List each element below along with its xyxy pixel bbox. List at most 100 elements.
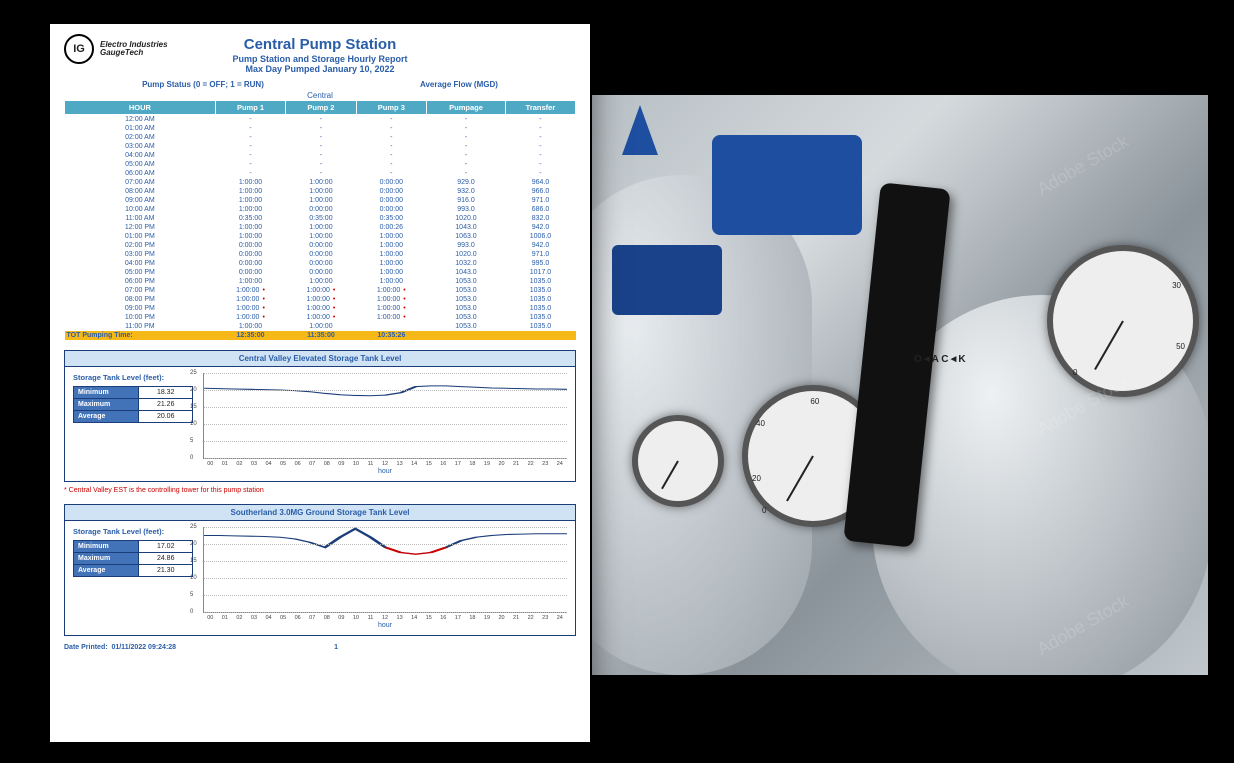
table-cell: 04:00 PM <box>65 259 216 268</box>
table-cell: 11:35:00 <box>286 331 356 340</box>
table-cell: 1017.0 <box>505 268 575 277</box>
table-cell: 0:00:00 <box>215 259 285 268</box>
table-cell: - <box>286 124 356 133</box>
x-tick-label: 04 <box>261 461 276 467</box>
table-cell: 09:00 PM <box>65 304 216 313</box>
table-cell: 12:35:00 <box>215 331 285 340</box>
table-cell: 07:00 AM <box>65 178 216 187</box>
table-cell: 995.0 <box>505 259 575 268</box>
valve-direction-label: O◄A C◄K <box>914 355 966 365</box>
chart2-stats: Storage Tank Level (feet): Minimum17.02M… <box>73 527 193 577</box>
table-cell: 0:00:00 <box>286 268 356 277</box>
x-tick-label: 23 <box>538 615 553 621</box>
table-row: 11:00 PM1:00:001:00:001053.01035.0 <box>65 322 576 331</box>
table-cell: 1043.0 <box>427 268 506 277</box>
table-row: 12:00 PM1:00:001:00:000:00:261043.0942.0 <box>65 223 576 232</box>
table-cell: 09:00 AM <box>65 196 216 205</box>
table-cell: 07:00 PM <box>65 286 216 295</box>
table-header: Pump 1 <box>215 101 285 115</box>
y-tick-label: 25 <box>190 524 197 530</box>
table-cell: 942.0 <box>505 223 575 232</box>
stats-label: Average <box>74 411 139 423</box>
gauge-tick: 50 <box>1176 342 1185 351</box>
table-cell <box>505 331 575 340</box>
x-tick-label: 24 <box>553 461 568 467</box>
table-row: 04:00 AM----- <box>65 151 576 160</box>
table-cell: 1053.0 <box>427 295 506 304</box>
table-row: 06:00 PM1:00:001:00:001:00:001053.01035.… <box>65 277 576 286</box>
table-cell: 0:00:00 <box>286 250 356 259</box>
table-cell: - <box>505 151 575 160</box>
table-cell: 0:00:00 <box>286 259 356 268</box>
gauge-tick: 0 <box>762 506 766 515</box>
x-tick-label: 01 <box>218 461 233 467</box>
y-tick-label: 20 <box>190 541 197 547</box>
y-tick-label: 0 <box>190 455 193 461</box>
table-cell: 1:00:00 <box>286 223 356 232</box>
x-tick-label: 03 <box>247 461 262 467</box>
table-cell: - <box>427 160 506 169</box>
brand-text: Electro Industries GaugeTech <box>100 41 168 57</box>
x-tick-label: 14 <box>407 461 422 467</box>
stats-row: Minimum17.02 <box>74 541 193 553</box>
y-tick-label: 15 <box>190 558 197 564</box>
table-cell: 971.0 <box>505 196 575 205</box>
chart2-plot: 0510152025 <box>203 527 567 613</box>
x-tick-label: 08 <box>320 461 335 467</box>
table-cell <box>427 331 506 340</box>
table-header: Transfer <box>505 101 575 115</box>
table-cell: 0:00:00 <box>356 196 426 205</box>
table-cell: - <box>427 169 506 178</box>
table-cell: 0:00:26 <box>356 223 426 232</box>
table-cell: 1:00:00 <box>356 268 426 277</box>
y-tick-label: 10 <box>190 575 197 581</box>
x-tick-label: 06 <box>290 461 305 467</box>
x-tick-label: 11 <box>363 461 378 467</box>
table-cell: 1:00:00 <box>286 187 356 196</box>
watermark: Adobe Stock <box>1034 131 1133 200</box>
stats-label: Maximum <box>74 399 139 411</box>
table-cell: 971.0 <box>505 250 575 259</box>
table-row: 08:00 AM1:00:001:00:000:00:00932.0966.0 <box>65 187 576 196</box>
table-cell: 04:00 AM <box>65 151 216 160</box>
table-cell: 0:35:00 <box>286 214 356 223</box>
x-tick-label: 02 <box>232 461 247 467</box>
x-tick-label: 13 <box>392 615 407 621</box>
x-tick-label: 09 <box>334 461 349 467</box>
table-cell: 993.0 <box>427 241 506 250</box>
table-row: 01:00 PM1:00:001:00:001:00:001063.01006.… <box>65 232 576 241</box>
table-cell: 1:00:00 <box>356 304 426 313</box>
pressure-gauge-icon <box>632 415 724 507</box>
x-tick-label: 05 <box>276 461 291 467</box>
table-cell: - <box>286 160 356 169</box>
table-cell: 0:00:00 <box>286 241 356 250</box>
table-cell: - <box>356 124 426 133</box>
table-header: Pump 2 <box>286 101 356 115</box>
table-cell: 1:00:00 <box>215 295 285 304</box>
table-cell: 1:00:00 <box>286 322 356 331</box>
stats-label: Minimum <box>74 541 139 553</box>
table-cell: 1:00:00 <box>356 277 426 286</box>
table-cell: 1006.0 <box>505 232 575 241</box>
table-cell: - <box>505 160 575 169</box>
x-tick-label: 23 <box>538 461 553 467</box>
x-tick-label: 15 <box>421 615 436 621</box>
blue-arrow-icon <box>622 105 658 155</box>
table-cell: 06:00 PM <box>65 277 216 286</box>
table-cell: - <box>215 169 285 178</box>
x-tick-label: 14 <box>407 615 422 621</box>
chart1-stats-title: Storage Tank Level (feet): <box>73 373 193 382</box>
table-cell: - <box>286 142 356 151</box>
table-cell: 1053.0 <box>427 304 506 313</box>
chart1-title: Central Valley Elevated Storage Tank Lev… <box>64 350 576 367</box>
chart1-line-icon <box>204 373 567 458</box>
chart2-body: Storage Tank Level (feet): Minimum17.02M… <box>64 521 576 636</box>
y-tick-label: 5 <box>190 592 193 598</box>
stats-label: Average <box>74 565 139 577</box>
x-tick-label: 18 <box>465 461 480 467</box>
table-cell: 10:00 PM <box>65 313 216 322</box>
table-row: 09:00 PM1:00:001:00:001:00:001053.01035.… <box>65 304 576 313</box>
blue-flange <box>712 135 862 235</box>
table-row: 03:00 AM----- <box>65 142 576 151</box>
x-tick-label: 19 <box>480 461 495 467</box>
